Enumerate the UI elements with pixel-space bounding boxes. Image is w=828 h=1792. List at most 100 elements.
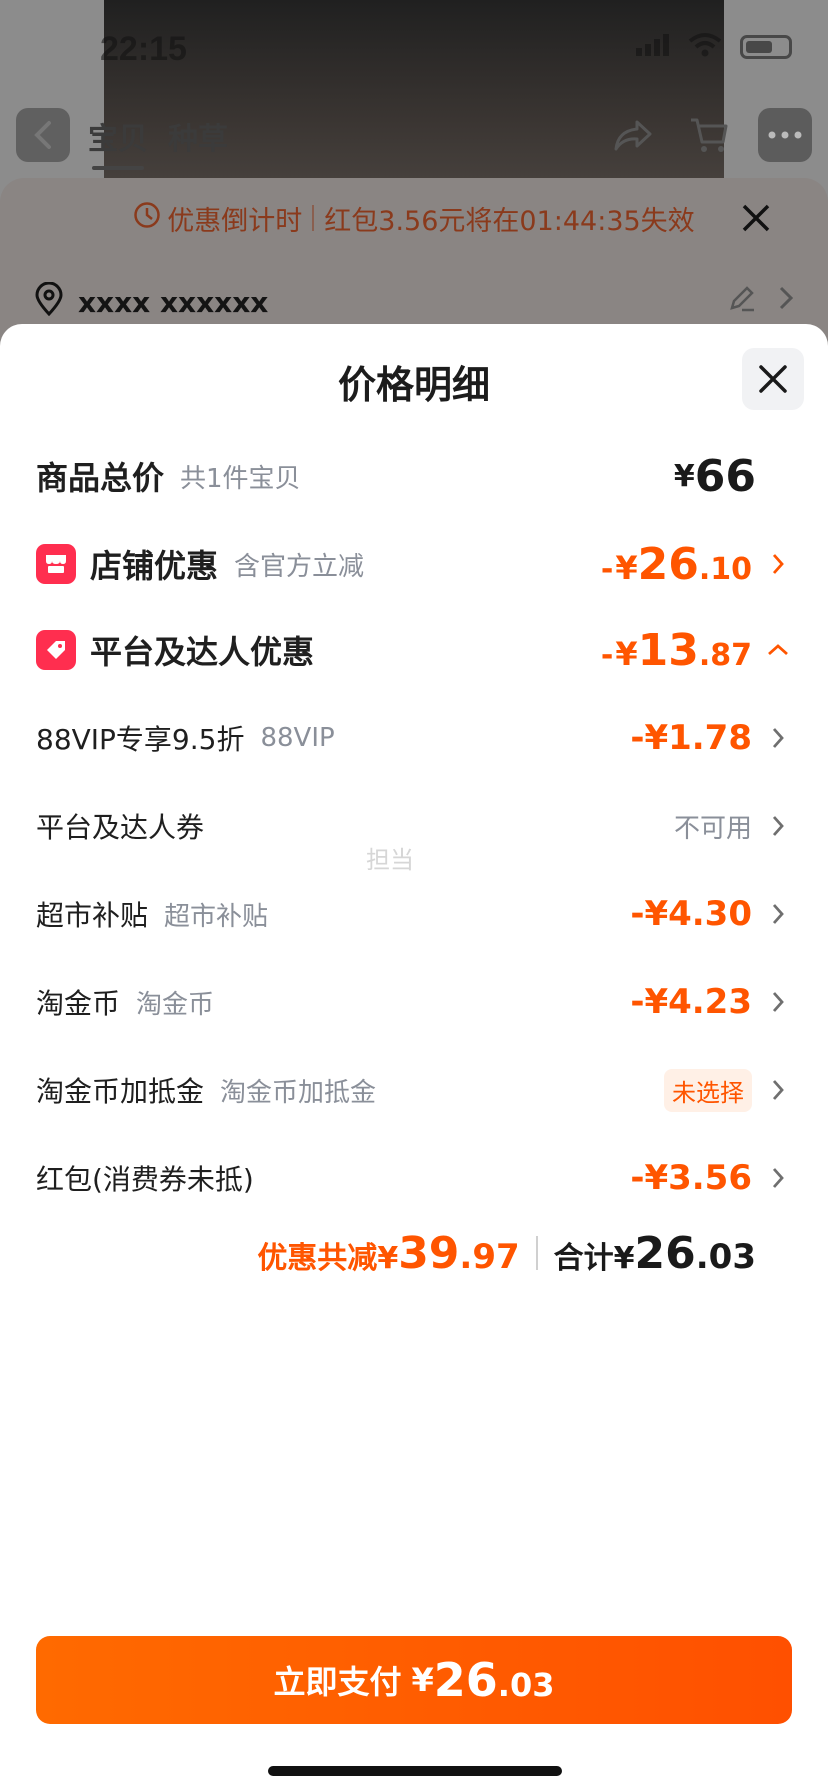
grand-total: 合计 ¥ 26 .03 xyxy=(554,1228,756,1279)
hongbao-amount: -¥3.56 xyxy=(630,1158,752,1198)
chevron-right-icon xyxy=(764,724,792,752)
platform-discount-label: 平台及达人优惠 xyxy=(90,633,315,671)
grand-total-label: 合计 xyxy=(553,1240,614,1276)
status-icons xyxy=(636,32,792,62)
total-discount-int: 39 xyxy=(398,1227,460,1279)
total-discount-yen: ¥ xyxy=(377,1240,399,1276)
shop-discount-dec: .10 xyxy=(698,551,752,587)
totals-row: 优惠共减 ¥ 39 .97 合计 ¥ 26 .03 xyxy=(36,1218,792,1288)
supermarket-subsidy-label: 超市补贴 xyxy=(36,899,149,932)
goods-total-amount: ¥ 66 xyxy=(674,446,756,506)
close-icon xyxy=(759,365,787,393)
back-button[interactable] xyxy=(16,108,70,162)
address-row[interactable]: xxxx xxxxxx xyxy=(34,280,794,324)
hongbao-right: -¥3.56 xyxy=(630,1148,792,1208)
totals-divider xyxy=(535,1236,538,1270)
vip-discount-row[interactable]: 88VIP专享9.5折 88VIP -¥1.78 xyxy=(36,708,792,768)
chevron-right-icon xyxy=(778,285,794,318)
vip-discount-amount: -¥1.78 xyxy=(630,718,752,758)
sheet-close-button[interactable] xyxy=(742,348,804,410)
supermarket-subsidy-right: -¥4.30 xyxy=(630,884,792,944)
shop-discount-row[interactable]: 店铺优惠 含官方立减 - ¥ 26 .10 xyxy=(36,534,792,594)
countdown-message: 红包3.56元将在01:44:35失效 xyxy=(324,205,695,237)
status-time: 22:15 xyxy=(100,30,187,68)
hongbao-row[interactable]: 红包(消费券未抵) -¥3.56 xyxy=(36,1148,792,1208)
countdown-banner: 优惠倒计时 红包3.56元将在01:44:35失效 xyxy=(0,190,828,246)
clock-icon xyxy=(133,201,161,236)
taojinbi-right: -¥4.23 xyxy=(630,972,792,1032)
pay-now-button[interactable]: 立即支付 ¥ 26 .03 xyxy=(36,1636,792,1724)
pay-now-label: 立即支付 xyxy=(273,1663,402,1701)
shop-discount-sub: 含官方立减 xyxy=(234,551,365,582)
chevron-right-icon xyxy=(764,900,792,928)
platform-coupon-row[interactable]: 平台及达人券 不可用 xyxy=(36,796,792,856)
sheet-title: 价格明细 xyxy=(337,363,490,407)
goods-total-label: 商品总价 xyxy=(36,459,165,497)
countdown-label: 优惠倒计时 xyxy=(167,205,303,237)
tab-baobei[interactable]: 宝贝 xyxy=(88,114,148,170)
chevron-up-icon xyxy=(764,636,792,664)
total-discount: 优惠共减 ¥ 39 .97 xyxy=(257,1228,519,1279)
shop-discount-yen: ¥ xyxy=(615,548,638,587)
pay-now-int: 26 xyxy=(433,1653,498,1707)
shop-icon xyxy=(36,544,76,584)
address-text: xxxx xxxxxx xyxy=(78,285,269,319)
battery-icon xyxy=(740,35,792,59)
taojinbi-extra-right: 未选择 xyxy=(664,1060,792,1120)
wifi-icon xyxy=(688,32,722,62)
platform-discount-amount: - ¥ 13 .87 xyxy=(601,620,792,680)
supermarket-subsidy-row[interactable]: 超市补贴 超市补贴 -¥4.30 xyxy=(36,884,792,944)
tab-zhongcao[interactable]: 种草 xyxy=(168,114,228,158)
chevron-right-icon xyxy=(764,1076,792,1104)
taojinbi-amount: -¥4.23 xyxy=(630,982,752,1022)
taojinbi-extra-sub: 淘金币加抵金 xyxy=(220,1077,377,1108)
countdown-divider xyxy=(312,205,315,231)
platform-discount-int: 13 xyxy=(637,624,699,676)
close-icon xyxy=(742,204,770,232)
platform-discount-yen: ¥ xyxy=(615,634,638,673)
edit-icon[interactable] xyxy=(728,284,756,319)
goods-total-count: 共1件宝贝 xyxy=(180,463,301,494)
tag-icon xyxy=(36,630,76,670)
taojinbi-row[interactable]: 淘金币 淘金币 -¥4.23 xyxy=(36,972,792,1032)
taojinbi-label: 淘金币 xyxy=(36,987,121,1020)
platform-coupon-status: 不可用 xyxy=(673,813,752,844)
countdown-close-button[interactable] xyxy=(738,200,774,236)
taojinbi-sub: 淘金币 xyxy=(136,989,215,1020)
grand-total-int: 26 xyxy=(634,1227,696,1279)
platform-coupon-label: 平台及达人券 xyxy=(36,811,205,844)
chevron-right-icon xyxy=(764,550,792,578)
vip-discount-label: 88VIP专享9.5折 xyxy=(36,723,245,756)
pay-now-yen: ¥ xyxy=(411,1661,434,1699)
goods-total-row: 商品总价 共1件宝贝 ¥ 66 xyxy=(36,446,792,506)
goods-total-value: 66 xyxy=(694,450,756,502)
price-details-sheet: 价格明细 商品总价 共1件宝贝 ¥ 66 店铺优惠 含官方立减 - ¥ 26 .… xyxy=(0,324,828,1792)
nav-actions xyxy=(606,108,812,162)
taojinbi-extra-status: 未选择 xyxy=(664,1068,752,1112)
platform-discount-row[interactable]: 平台及达人优惠 - ¥ 13 .87 xyxy=(36,620,792,680)
more-icon xyxy=(768,131,802,139)
chevron-right-icon xyxy=(764,988,792,1016)
shop-discount-amount: - ¥ 26 .10 xyxy=(601,534,792,594)
home-indicator xyxy=(268,1766,562,1776)
cart-icon xyxy=(691,118,728,152)
supermarket-subsidy-amount: -¥4.30 xyxy=(630,894,752,934)
grand-total-dec: .03 xyxy=(695,1236,756,1277)
vip-discount-right: -¥1.78 xyxy=(630,708,792,768)
chevron-left-icon xyxy=(34,121,51,149)
platform-discount-minus: - xyxy=(600,637,614,673)
watermark-text: 担当 xyxy=(366,846,414,874)
total-discount-dec: .97 xyxy=(459,1236,520,1277)
signal-icon xyxy=(636,34,670,60)
status-bar: 22:15 xyxy=(0,0,828,100)
cart-button[interactable] xyxy=(682,108,736,162)
shop-discount-int: 26 xyxy=(637,538,699,590)
total-discount-label: 优惠共减 xyxy=(257,1240,378,1276)
more-button[interactable] xyxy=(758,108,812,162)
share-button[interactable] xyxy=(606,108,660,162)
taojinbi-extra-row[interactable]: 淘金币加抵金 淘金币加抵金 未选择 xyxy=(36,1060,792,1120)
hongbao-label: 红包(消费券未抵) xyxy=(36,1163,254,1196)
grand-total-yen: ¥ xyxy=(613,1240,635,1276)
shop-discount-label: 店铺优惠 xyxy=(90,547,219,585)
chevron-right-icon xyxy=(764,1164,792,1192)
